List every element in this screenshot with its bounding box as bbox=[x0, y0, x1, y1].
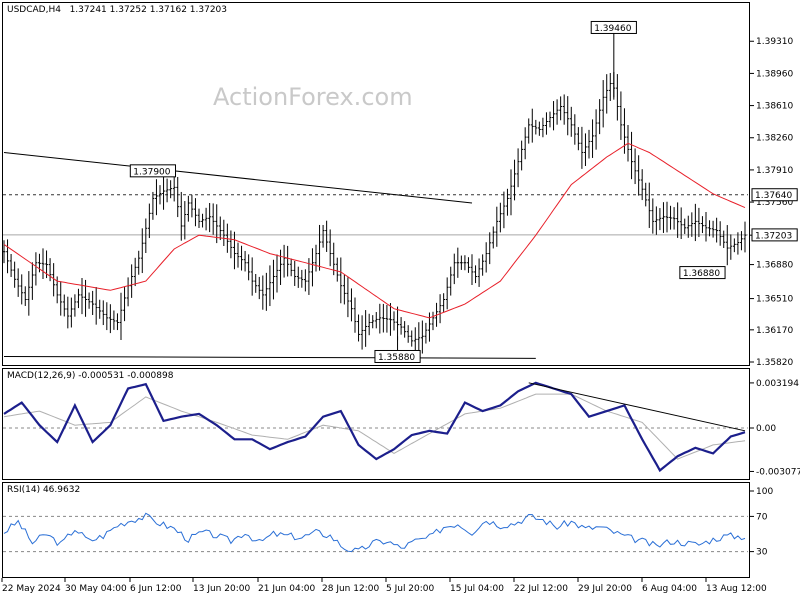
price-trendline-1 bbox=[3, 355, 536, 359]
macd-tick-label-2: -0.003077 bbox=[756, 467, 800, 477]
date-tick-label: 13 Jun 20:00 bbox=[193, 584, 251, 594]
date-tick-label: 22 Jul 12:00 bbox=[514, 584, 568, 594]
macd-trendline bbox=[528, 382, 746, 432]
current-price-label: 1.37203 bbox=[755, 231, 792, 241]
date-tick-label: 29 Jul 20:00 bbox=[578, 584, 632, 594]
date-tick-label: 15 Jul 04:00 bbox=[450, 584, 504, 594]
moving-average-line bbox=[3, 142, 746, 319]
price-tick-label-4: 1.37910 bbox=[756, 166, 793, 176]
price-tick-label-7: 1.36880 bbox=[756, 261, 793, 271]
resistance-level-label: 1.37640 bbox=[755, 191, 792, 201]
price-annotation-3: 1.36880 bbox=[683, 269, 720, 279]
date-tick-label: 28 Jun 12:00 bbox=[322, 584, 380, 594]
price-trendline-0 bbox=[3, 151, 473, 204]
price-annotation-2: 1.39460 bbox=[594, 24, 631, 34]
date-tick-label: 5 Jul 20:00 bbox=[386, 584, 435, 594]
macd-tick-label-0: 0.003194 bbox=[756, 379, 799, 389]
macd-signal-line bbox=[3, 393, 746, 460]
rsi-tick-label-0: 100 bbox=[756, 487, 773, 497]
price-tick-label-2: 1.38610 bbox=[756, 102, 793, 112]
price-tick-label-3: 1.38260 bbox=[756, 134, 793, 144]
price-tick-label-0: 1.39310 bbox=[756, 37, 793, 47]
date-tick-label: 30 May 04:00 bbox=[65, 584, 127, 594]
date-tick-label: 22 May 2024 bbox=[2, 584, 61, 594]
rsi-tick-label-2: 30 bbox=[756, 548, 768, 558]
price-tick-label-8: 1.36510 bbox=[756, 295, 793, 305]
price-tick-label-10: 1.35820 bbox=[756, 358, 793, 368]
date-tick-label: 21 Jun 04:00 bbox=[258, 584, 316, 594]
price-tick-label-1: 1.38960 bbox=[756, 69, 793, 79]
rsi-tick-label-1: 70 bbox=[756, 512, 768, 522]
chart-canvas: 1.393101.389601.386101.382601.379101.375… bbox=[1, 20, 800, 582]
date-tick-label: 6 Jun 12:00 bbox=[130, 584, 182, 594]
macd-tick-label-1: 0.00 bbox=[756, 424, 776, 434]
date-tick-label: 6 Aug 04:00 bbox=[642, 584, 697, 594]
rsi-line bbox=[3, 512, 746, 553]
macd-main-line bbox=[3, 381, 746, 473]
date-tick-label: 13 Aug 12:00 bbox=[706, 584, 767, 594]
price-tick-label-9: 1.36170 bbox=[756, 326, 793, 336]
price-annotation-0: 1.37900 bbox=[133, 167, 170, 177]
price-annotation-1: 1.35880 bbox=[378, 353, 415, 363]
